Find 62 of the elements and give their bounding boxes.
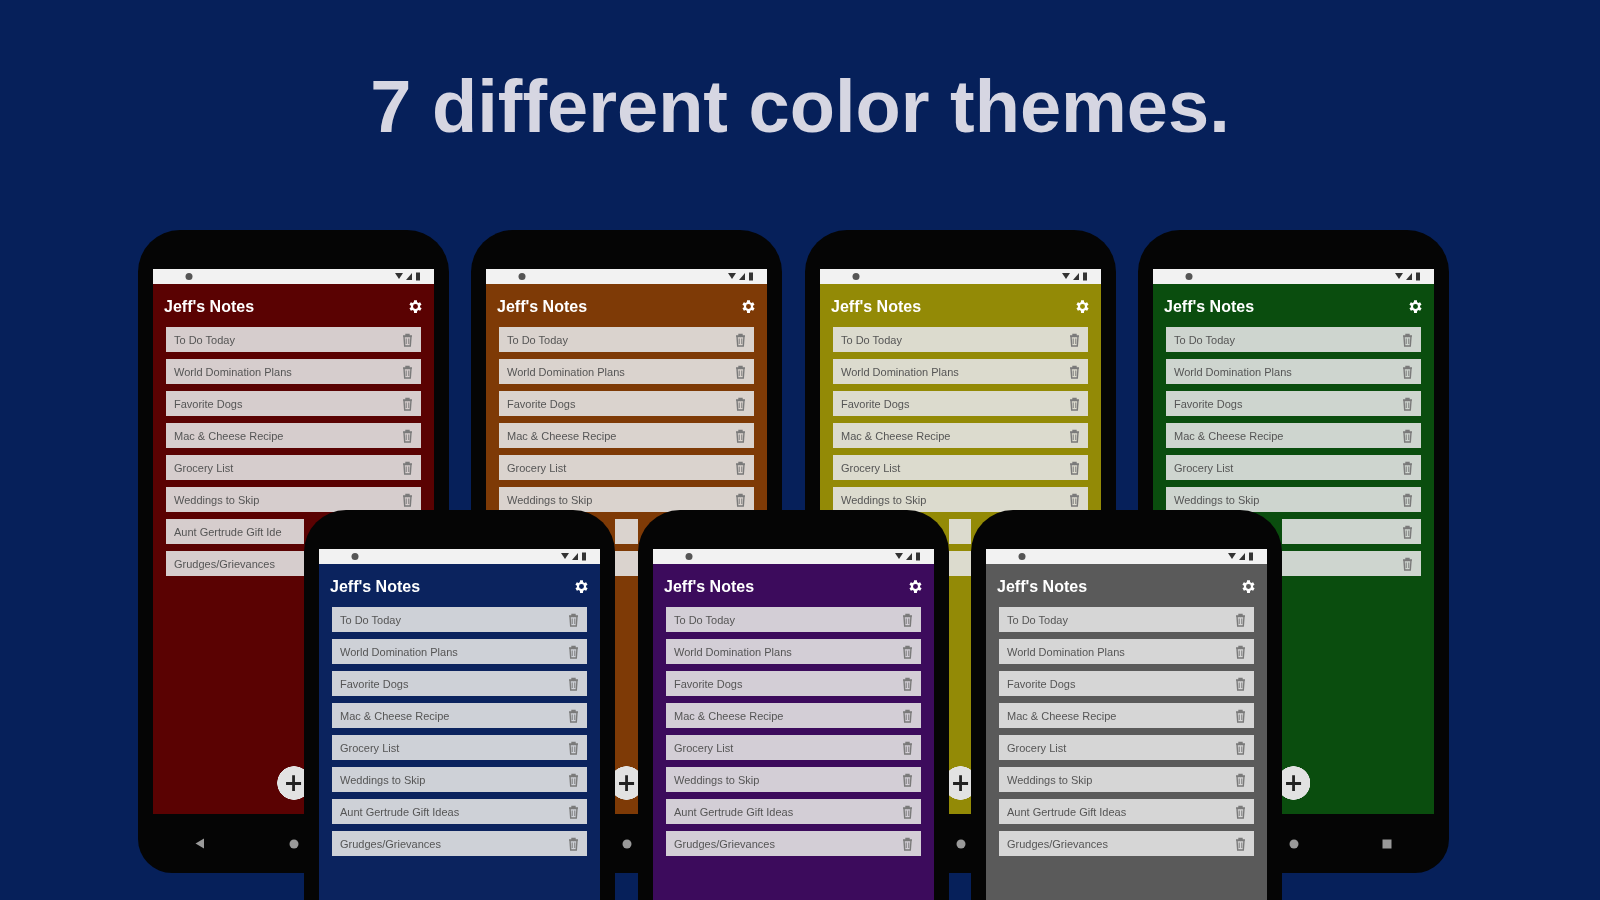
add-button[interactable]: +: [1282, 766, 1311, 800]
note-item[interactable]: Mac & Cheese Recipe: [1166, 423, 1421, 448]
note-item[interactable]: Weddings to Skip: [332, 767, 587, 792]
note-item[interactable]: Grocery List: [666, 735, 921, 760]
note-item[interactable]: Favorite Dogs: [166, 391, 421, 416]
app-title: Jeff's Notes: [664, 577, 755, 596]
note-item[interactable]: To Do Today: [666, 607, 921, 632]
note-item[interactable]: Grudges/Grievances: [166, 551, 304, 576]
note-item[interactable]: World Domination Plans: [999, 639, 1254, 664]
note-item[interactable]: Weddings to Skip: [666, 767, 921, 792]
note-item[interactable]: Favorite Dogs: [999, 671, 1254, 696]
add-button[interactable]: +: [949, 766, 971, 800]
headline: 7 different color themes.: [369, 64, 1231, 144]
app-title: Jeff's Notes: [1164, 297, 1255, 316]
add-button[interactable]: +: [276, 766, 304, 800]
note-item[interactable]: To Do Today: [1166, 327, 1421, 352]
note-item[interactable]: Mac & Cheese Recipe: [499, 423, 754, 448]
note-item[interactable]: Grudges/Grievances: [332, 831, 587, 856]
note-item[interactable]: To Do Today: [332, 607, 587, 632]
note-item[interactable]: Grocery List: [499, 455, 754, 480]
note-item[interactable]: Weddings to Skip: [833, 487, 1088, 512]
app-title: Jeff's Notes: [497, 297, 588, 316]
note-item[interactable]: To Do Today: [166, 327, 421, 352]
note-item[interactable]: Mac & Cheese Recipe: [833, 423, 1088, 448]
note-item[interactable]: Weddings to Skip: [499, 487, 754, 512]
note-item[interactable]: Favorite Dogs: [332, 671, 587, 696]
note-item[interactable]: Grocery List: [999, 735, 1254, 760]
note-item[interactable]: World Domination Plans: [332, 639, 587, 664]
note-item[interactable]: Favorite Dogs: [499, 391, 754, 416]
app-title: Jeff's Notes: [164, 297, 255, 316]
note-item[interactable]: Aunt Gertrude Gift Ideas: [999, 799, 1254, 824]
note-item[interactable]: World Domination Plans: [166, 359, 421, 384]
note-item[interactable]: World Domination Plans: [499, 359, 754, 384]
note-item[interactable]: Grudges/Grievances: [666, 831, 921, 856]
note-item[interactable]: Favorite Dogs: [833, 391, 1088, 416]
app-title: Jeff's Notes: [831, 297, 922, 316]
note-item[interactable]: Weddings to Skip: [1166, 487, 1421, 512]
note-item[interactable]: To Do Today: [999, 607, 1254, 632]
note-item[interactable]: Weddings to Skip: [166, 487, 421, 512]
app-title: Jeff's Notes: [330, 577, 421, 596]
note-item[interactable]: Mac & Cheese Recipe: [999, 703, 1254, 728]
note-item[interactable]: Favorite Dogs: [1166, 391, 1421, 416]
note-item[interactable]: Grocery List: [166, 455, 421, 480]
note-item[interactable]: To Do Today: [499, 327, 754, 352]
note-item[interactable]: Aunt Gertrude Gift Ideas: [332, 799, 587, 824]
note-item[interactable]: Mac & Cheese Recipe: [166, 423, 421, 448]
note-item[interactable]: Aunt Gertrude Gift Ideas: [666, 799, 921, 824]
note-item[interactable]: World Domination Plans: [1166, 359, 1421, 384]
app-title: Jeff's Notes: [997, 577, 1088, 596]
note-item[interactable]: World Domination Plans: [666, 639, 921, 664]
note-item[interactable]: Grocery List: [332, 735, 587, 760]
note-item[interactable]: Mac & Cheese Recipe: [666, 703, 921, 728]
note-item[interactable]: Grocery List: [1166, 455, 1421, 480]
note-item[interactable]: Grudges/Grievances: [999, 831, 1254, 856]
add-button[interactable]: +: [615, 766, 638, 800]
note-item[interactable]: To Do Today: [833, 327, 1088, 352]
note-item[interactable]: Favorite Dogs: [666, 671, 921, 696]
note-item[interactable]: Aunt Gertrude Gift Ide: [166, 519, 304, 544]
note-item[interactable]: Grocery List: [833, 455, 1088, 480]
note-item[interactable]: World Domination Plans: [833, 359, 1088, 384]
note-item[interactable]: Weddings to Skip: [999, 767, 1254, 792]
note-item[interactable]: Mac & Cheese Recipe: [332, 703, 587, 728]
